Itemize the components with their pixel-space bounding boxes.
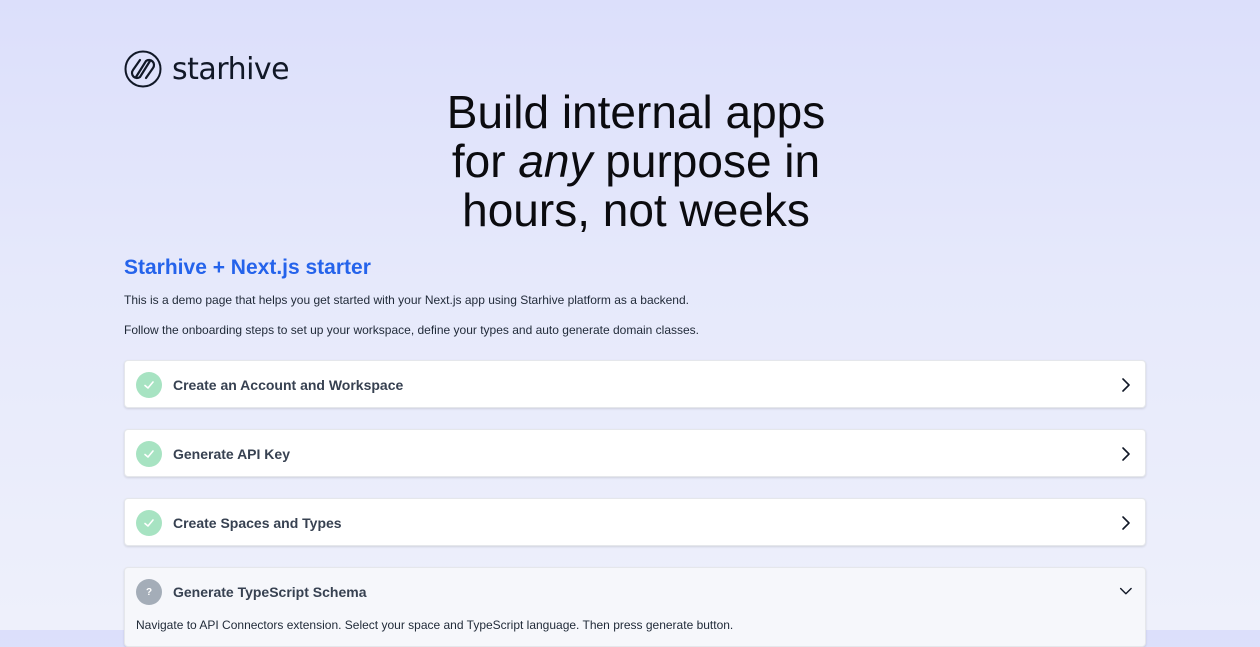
hero-line-3: hours, not weeks [462,184,810,236]
step-label: Create Spaces and Types [173,515,342,531]
step-label: Create an Account and Workspace [173,377,404,393]
section-title: Starhive + Next.js starter [124,256,371,279]
hero-line-2-pre: for [451,135,506,187]
hero-line-1: Build internal apps [446,86,826,138]
chevron-right-icon [1122,516,1130,530]
step-generate-api-key[interactable]: Generate API Key [124,429,1146,477]
question-icon: ? [145,586,153,598]
check-icon [144,519,154,527]
chevron-right-icon [1122,378,1130,392]
step-label: Generate TypeScript Schema [173,584,367,600]
step-create-spaces-types[interactable]: Create Spaces and Types [124,498,1146,546]
check-icon [144,450,154,458]
chevron-down-icon [1119,587,1132,595]
step-status-done [136,510,162,536]
step-status-done [136,372,162,398]
step-status-pending: ? [136,579,162,605]
starhive-logo-icon [124,50,162,88]
check-icon [144,381,154,389]
step-create-account[interactable]: Create an Account and Workspace [124,360,1146,408]
hero-headline: Build internal apps for any purpose in h… [0,88,1260,235]
step-status-done [136,441,162,467]
hero-line-2: for any purpose in [0,137,1260,186]
step-label: Generate API Key [173,446,290,462]
brand-logo[interactable]: starhive [124,50,290,88]
step-generate-typescript-schema[interactable]: ? Generate TypeScript Schema Navigate to… [124,567,1146,647]
hero-line-2-emphasis: any [518,135,593,187]
brand-name: starhive [172,51,290,87]
hero-line-2-post: purpose in [605,135,821,187]
chevron-right-icon [1122,447,1130,461]
intro-text-1: This is a demo page that helps you get s… [124,293,689,307]
intro-text-2: Follow the onboarding steps to set up yo… [124,323,700,337]
